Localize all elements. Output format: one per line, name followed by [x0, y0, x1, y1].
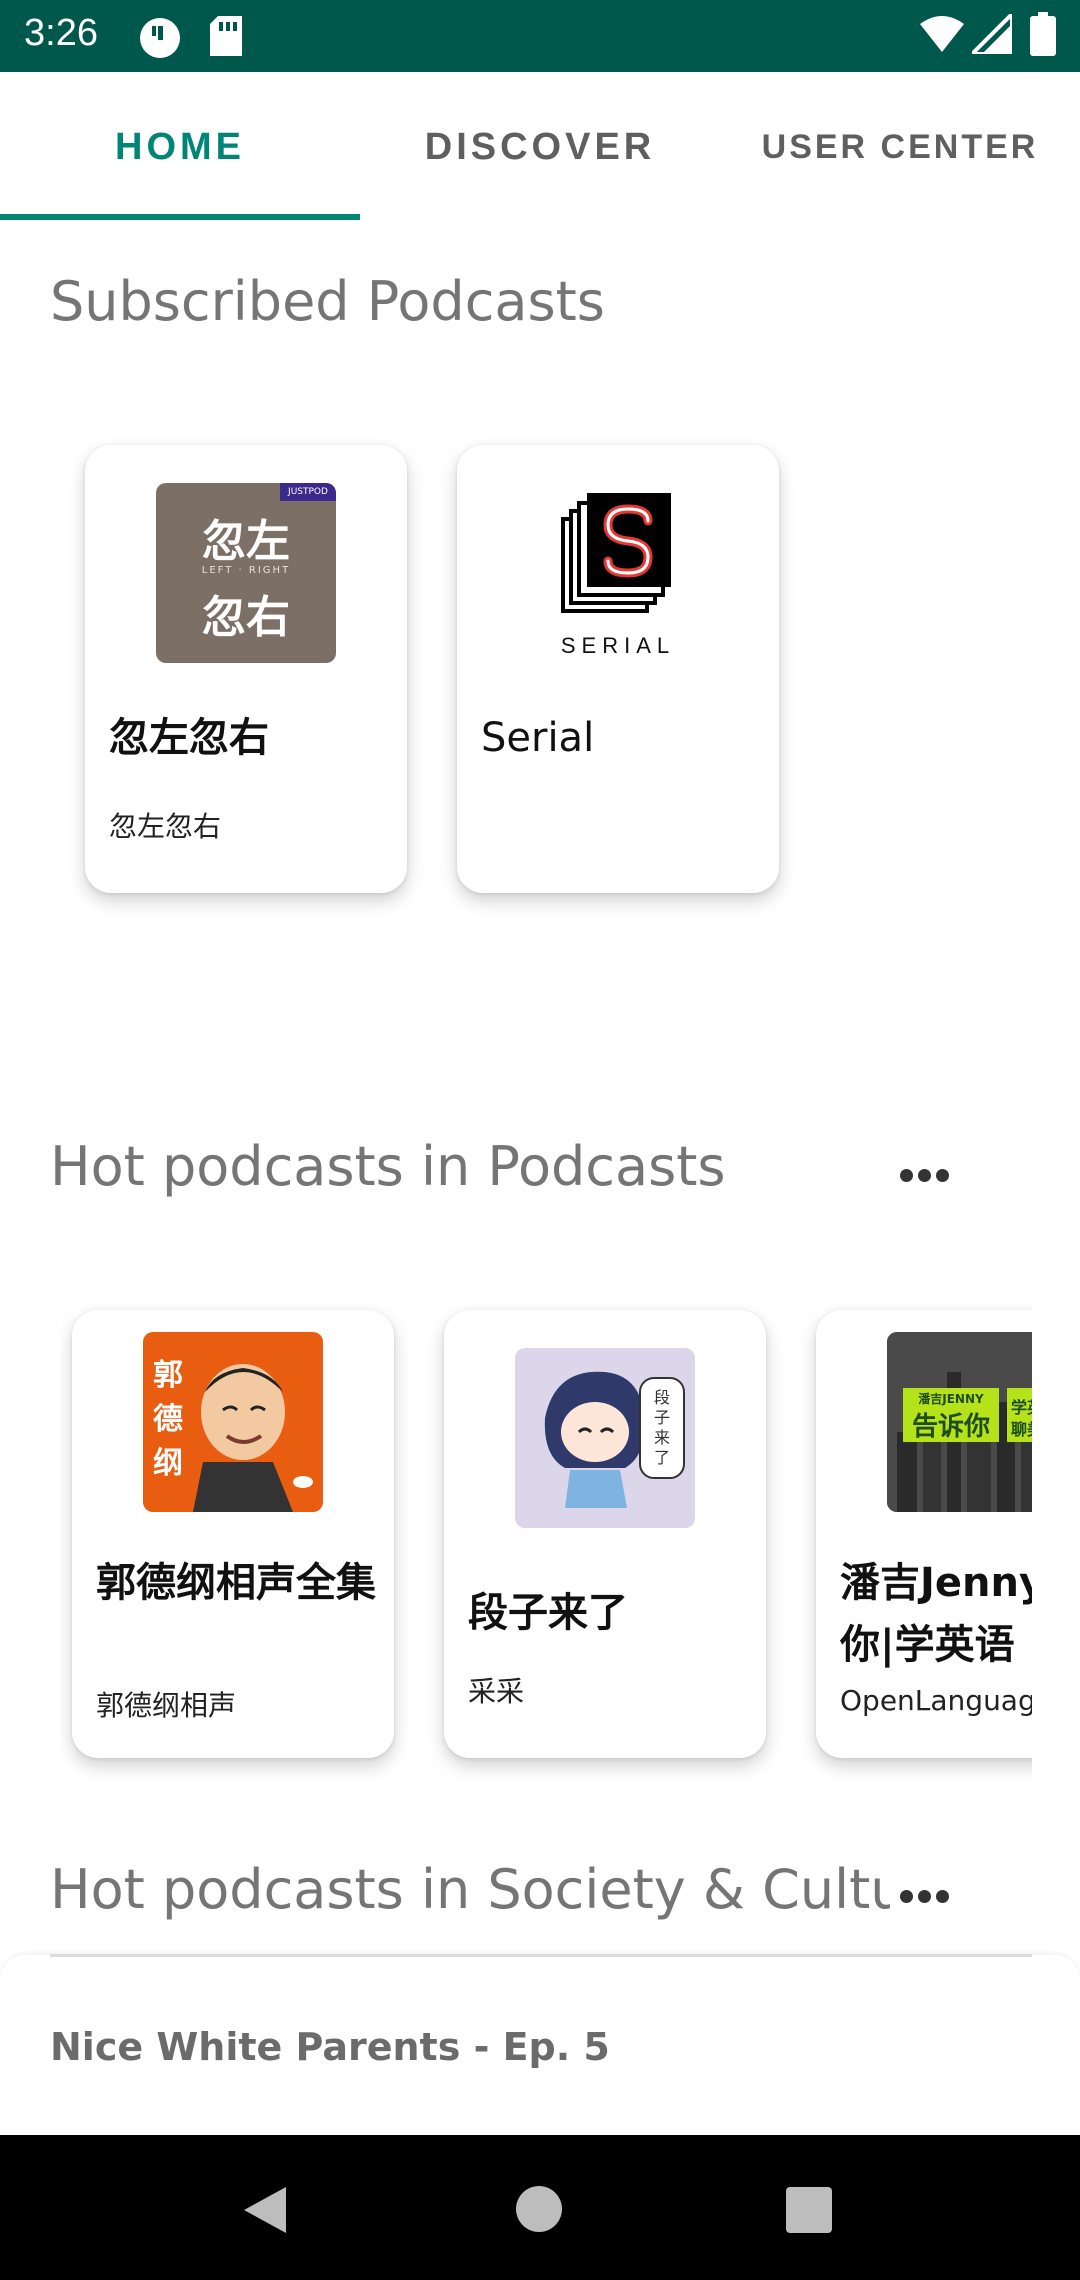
- home-icon[interactable]: [515, 2185, 563, 2233]
- podcast-name: Serial: [481, 715, 595, 761]
- podcast-cover: 潘吉JENNY 告诉你 学英 聊美: [887, 1332, 1032, 1512]
- section-divider: [50, 1954, 1032, 1957]
- signal-icon: [972, 14, 1012, 54]
- cover-text: 纲: [153, 1446, 183, 1481]
- serial-logo-icon: [561, 493, 671, 613]
- hot-card-duanzilaile[interactable]: 段子来了 段子来了 采采: [444, 1310, 766, 1758]
- back-icon[interactable]: [242, 2185, 288, 2235]
- cover-text: 忽左: [202, 516, 290, 567]
- podcast-author: OpenLanguage: [840, 1684, 1032, 1717]
- hot-podcasts-more-button[interactable]: [880, 1145, 970, 1205]
- podcast-cover: 郭 德 纲: [143, 1332, 323, 1512]
- society-section-title: Hot podcasts in Society & Culture: [50, 1858, 890, 1921]
- tab-user-center[interactable]: USER CENTER: [720, 72, 1080, 222]
- cover-text: 聊美: [1011, 1420, 1032, 1439]
- podcast-author: 采采: [468, 1675, 525, 1708]
- cover-text: SERIAL: [560, 633, 676, 658]
- society-more-button[interactable]: [880, 1866, 970, 1926]
- subscribed-card-serial[interactable]: SERIAL Serial: [457, 445, 779, 893]
- subscribed-section-title: Subscribed Podcasts: [50, 270, 605, 333]
- podcast-author: 郭德纲相声: [96, 1689, 237, 1722]
- clock-icon: [140, 18, 180, 58]
- wifi-icon: [920, 16, 964, 52]
- cover-text: 学英: [1011, 1398, 1032, 1417]
- now-playing-bar[interactable]: Nice White Parents - Ep. 5: [0, 1955, 1080, 2135]
- cover-text: 郭: [153, 1358, 183, 1393]
- cover-text: 忽右: [202, 592, 290, 643]
- podcast-cover: 段子来了: [515, 1348, 695, 1528]
- hot-podcasts-section-title: Hot podcasts in Podcasts: [50, 1135, 726, 1198]
- battery-icon: [1030, 12, 1056, 56]
- subscribed-card-huzuohuyou[interactable]: 忽左 LEFT · RIGHT 忽右 JUSTPOD 忽左忽右 忽左忽右: [85, 445, 407, 893]
- cover-text: 段子来了: [653, 1388, 670, 1467]
- tab-home[interactable]: HOME: [0, 72, 360, 222]
- tab-indicator: [0, 214, 360, 220]
- recents-icon[interactable]: [786, 2187, 832, 2233]
- podcast-cover: 忽左 LEFT · RIGHT 忽右 JUSTPOD: [156, 483, 336, 663]
- hot-card-panjijenny[interactable]: 潘吉JENNY 告诉你 学英 聊美 潘吉Jenny告诉你|学英语 OpenLan…: [816, 1310, 1032, 1758]
- cover-text: 德: [153, 1402, 183, 1437]
- cover-text: 潘吉JENNY: [918, 1392, 984, 1406]
- podcast-name: 潘吉Jenny告诉你|学英语: [840, 1560, 1032, 1668]
- hot-podcasts-carousel[interactable]: 郭 德 纲 郭德纲相声全集 郭德纲相声 段子来了 段子来了 采采 潘吉JENNY…: [60, 1290, 1032, 1810]
- podcast-author: 忽左忽右: [109, 810, 222, 843]
- tab-discover[interactable]: DISCOVER: [360, 72, 720, 222]
- podcast-cover: SERIAL: [528, 483, 708, 663]
- cover-text: 告诉你: [911, 1412, 990, 1442]
- podcast-name: 段子来了: [468, 1590, 628, 1636]
- status-time: 3:26: [24, 12, 98, 54]
- cover-badge: JUSTPOD: [280, 483, 336, 501]
- sim-card-icon: [210, 16, 242, 56]
- status-bar: 3:26: [0, 0, 1080, 72]
- now-playing-title: Nice White Parents - Ep. 5: [50, 2025, 610, 2069]
- cover-text: LEFT · RIGHT: [201, 565, 291, 576]
- system-navigation-bar: [0, 2135, 1080, 2280]
- podcast-name: 郭德纲相声全集: [96, 1560, 376, 1606]
- podcast-name: 忽左忽右: [109, 715, 269, 761]
- tab-bar: HOME DISCOVER USER CENTER: [0, 72, 1080, 222]
- hot-card-guodegang[interactable]: 郭 德 纲 郭德纲相声全集 郭德纲相声: [72, 1310, 394, 1758]
